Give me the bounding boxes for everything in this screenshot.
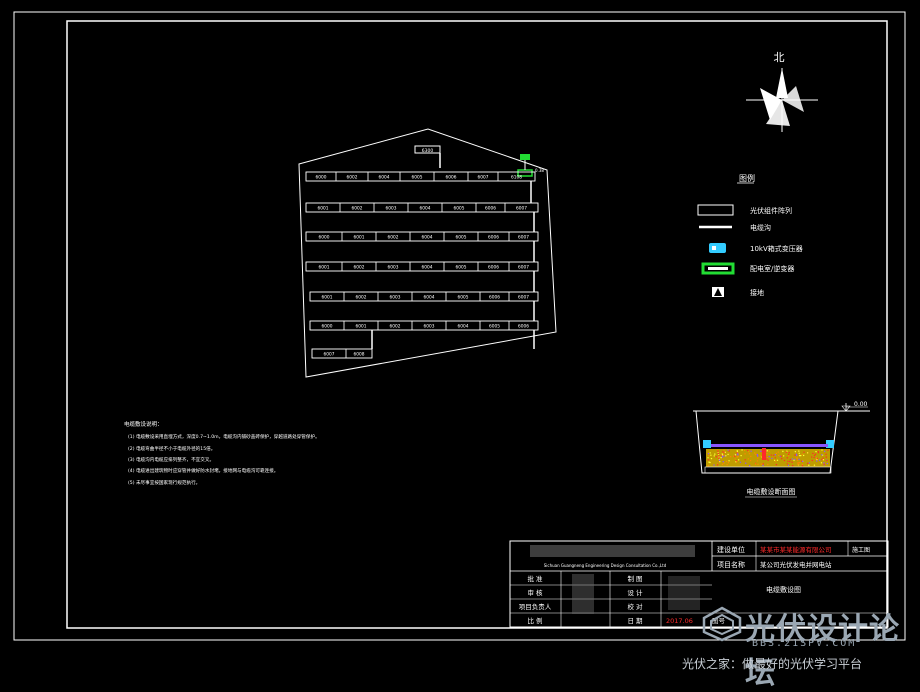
pv-array-legend-icon (697, 204, 734, 216)
pv-array-label: 6006 (446, 175, 457, 181)
pv-array-label: 6006 (485, 206, 496, 212)
note-line: (2) 电缆弯曲半径不小于电缆外径的15倍。 (128, 445, 215, 452)
row-label: 设 计 (627, 588, 643, 597)
pv-array-label: 6006 (489, 295, 500, 301)
cable-trench-section: 0.00 电缆敷设断面图 (693, 401, 870, 498)
pv-array-label: 6002 (352, 206, 363, 212)
row-label: 日 期 (627, 617, 643, 625)
pv-array-label: 6005 (456, 235, 467, 241)
site-boundary (298, 128, 557, 378)
drawing-title: 电缆敷设图 (766, 585, 801, 594)
row-label: 项目负责人 (519, 602, 552, 611)
pv-array-label: 6005 (454, 206, 465, 212)
legend-item-label: 光伏组件阵列 (750, 206, 792, 215)
pv-array-label: 6000 (319, 235, 330, 241)
pv-array-label: 6007 (478, 175, 489, 181)
legend: 图例 光伏组件阵列 电缆沟 10kV箱式变压器 配电室/逆变器 接地 (697, 173, 803, 297)
company-name-en: Sichuan Guangneng Engineering Design Con… (544, 563, 667, 568)
signature-blur (572, 574, 594, 614)
note-line: (1) 电缆敷设采用直埋方式，深度0.7~1.0m，电缆沟内铺砂盖砖保护，穿越道… (128, 433, 320, 440)
client-label: 建设单位 (717, 545, 745, 554)
pv-array-label: 6005 (489, 324, 500, 330)
pv-array-label: 6007 (324, 352, 335, 358)
pv-array-label: 6003 (388, 265, 399, 271)
pv-array-label: 6004 (422, 265, 433, 271)
pv-array-label: 6002 (354, 265, 365, 271)
pv-array-label: 6007 (518, 265, 529, 271)
section-level: 0.00 (854, 401, 868, 408)
note-line: (5) 未尽事宜按国家现行规范执行。 (128, 479, 200, 486)
notes: 电缆敷设说明： (1) 电缆敷设采用直埋方式，深度0.7~1.0m，电缆沟内铺砂… (124, 420, 320, 486)
row-label: 审 核 (527, 588, 543, 597)
pv-array-label: 6003 (386, 206, 397, 212)
pv-array-label: 6004 (379, 175, 390, 181)
pv-array-label: 6005 (458, 295, 469, 301)
pv-array-label: 6007 (516, 206, 527, 212)
transformer-label: 0.38 (535, 168, 544, 173)
pv-array-label: 6006 (488, 265, 499, 271)
note-line: (3) 电缆沟内电缆应排列整齐，不宜交叉。 (128, 456, 214, 463)
pv-array-label: 6002 (390, 324, 401, 330)
inner-frame (66, 20, 888, 629)
date-value: 2017.06 (666, 617, 693, 625)
client-value: 某某市某某能源有限公司 (760, 545, 832, 554)
pv-array-label: 6004 (424, 295, 435, 301)
pv-array-label: 6000 (322, 324, 333, 330)
pv-array-label: 6001 (318, 206, 329, 212)
project-label: 项目名称 (717, 560, 745, 569)
box-transformer-legend-icon (709, 243, 726, 253)
pv-array-label: 6004 (458, 324, 469, 330)
pv-array-label: 6004 (420, 206, 431, 212)
pv-array-label: 6003 (424, 324, 435, 330)
pv-array-label: 6003 (390, 295, 401, 301)
project-value: 某公司光伏发电并网电站 (760, 560, 832, 569)
pv-array-label: 6007 (518, 295, 529, 301)
watermark-slogan: 光伏之家：做最好的光伏学习平台 (682, 657, 863, 671)
legend-title: 图例 (739, 173, 755, 183)
row-label: 批 准 (527, 574, 543, 583)
pv-array-label: 6001 (319, 265, 330, 271)
notes-title: 电缆敷设说明： (124, 420, 163, 428)
section-caption: 电缆敷设断面图 (747, 487, 796, 496)
pv-array-label: 6002 (347, 175, 358, 181)
transformer-icon (517, 154, 533, 177)
cad-drawing: 北 6300 0.38 6000 6002 6004 6005 6006 6007 6108… (13, 11, 906, 641)
legend-item-label: 电缆沟 (750, 223, 771, 232)
north-arrow-icon: 北 (746, 51, 818, 132)
legend-item-label: 配电室/逆变器 (750, 264, 794, 273)
legend-item-label: 接地 (750, 288, 764, 297)
watermark-url: BBS.21SPV.COM (752, 638, 857, 649)
row-label: 比 例 (527, 616, 542, 625)
pv-array-label: 6006 (518, 324, 529, 330)
pv-array-label: 6001 (354, 235, 365, 241)
stage-label: 施工图 (852, 546, 870, 554)
pv-array-label: 6000 (316, 175, 327, 181)
pv-array-label: 6108 (511, 175, 522, 181)
pv-array-label: 6006 (488, 235, 499, 241)
forum-logo-icon (702, 606, 742, 642)
legend-item-label: 10kV箱式变压器 (750, 244, 803, 253)
north-label: 北 (774, 51, 785, 64)
pv-array-label: 6007 (518, 235, 529, 241)
control-room-label: 6300 (422, 148, 434, 154)
pv-array-label: 6005 (412, 175, 423, 181)
pv-array-label: 6001 (356, 324, 367, 330)
pv-array-rows: 6000 6002 6004 6005 6006 6007 6108 6001 6002 6003… (305, 171, 539, 359)
pv-array-label: 6005 (456, 265, 467, 271)
pv-array-label: 6002 (356, 295, 367, 301)
company-logo-blur (530, 545, 695, 557)
pv-array-label: 6008 (354, 352, 365, 358)
row-label: 校 对 (627, 602, 643, 611)
row-label: 制 图 (627, 574, 642, 583)
pv-array-label: 6004 (422, 235, 433, 241)
pv-array-label: 6001 (322, 295, 333, 301)
pv-array-label: 6002 (388, 235, 399, 241)
watermark: 光伏设计论坛 BBS.21SPV.COM 光伏之家：做最好的光伏学习平台 (682, 604, 915, 691)
note-line: (4) 电缆进出建筑物时应穿管并做好防水封堵，接地网与电缆沟可靠连接。 (128, 467, 278, 474)
